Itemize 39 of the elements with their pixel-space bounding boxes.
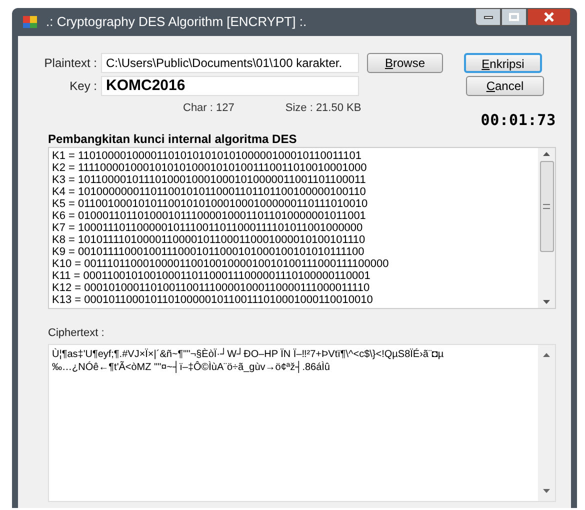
scroll-down-icon[interactable] [543,489,550,493]
file-size: Size : 21.50 KB [285,101,362,116]
plaintext-field[interactable]: C:\Users\Public\Documents\01\100 karakter. [101,53,359,73]
app-icon [22,14,38,30]
action-button[interactable]: Enkripsi [464,53,542,73]
key-line: K2 = 111100001000101010100010101001110011010010001000 [52,162,368,174]
plaintext-label: Plaintext : [43,55,98,72]
keys-heading: Pembangkitan kunci internal algoritma DES [48,132,298,146]
key-line: K8 = 101011110100001100001011000110001000010100101110 [52,234,366,246]
scroll-up-icon[interactable] [543,353,550,357]
key-field[interactable]: KOMC2016 [101,76,359,96]
action-button[interactable]: Cancel [466,76,544,96]
maximize-button[interactable] [501,8,527,26]
key-line: K4 = 101000000011011001010110001101101100100000100110 [52,186,367,198]
close-icon [544,12,554,22]
key-label: Key : [68,78,98,95]
key-line: K10 = 001110110001000011001001000010010100111000111100000 [52,258,390,270]
minimize-button[interactable] [475,8,501,26]
key-line: K3 = 101100001011101000100010001010000011001101100011 [52,174,367,186]
key-line: K1 = 11010000100001101010101010100000100010110011101 [52,150,362,162]
close-button[interactable] [527,8,571,26]
key-line: K7 = 100011101100000101110011011000111101011001000000 [52,222,364,234]
scroll-up-icon[interactable] [543,152,550,156]
scroll-down-icon[interactable] [543,300,550,304]
elapsed-timer: 00:01:73 [480,110,556,131]
browse-button[interactable]: Browse [367,53,443,73]
scrollbar[interactable] [538,148,555,308]
key-line: K11 = 000110010100100011011000111000001110100000110001 [52,270,372,282]
key-line: K6 = 010001101101000101110000100011011010000001011001 [52,210,367,222]
key-line: K13 = 000101100010110100000101100111010001000110010010 [52,294,374,306]
ciphertext-field[interactable]: Ù¦¶as‡'U¶eyf;¶.#VJ×Ï×|´&ñ~¶""¬§ÈòÏ·┘W┘ÐO–HP ÏN Ï–‼²7+ÞVtï¶\^<c$\}<!QµS8ÏÉ›ã¨◘µ ‰…¿NÓê←¶t'Ã<òMZ ""¤~┤ï–‡Ô©ÌùA¨ö÷ã_gùv→ö¢ªž┤.86áÌû [48,344,556,502]
char-count: Char : 127 [183,101,234,116]
window-title: .: Cryptography DES Algorithm [ENCRYPT] :. [46,13,307,32]
key-line: K9 = 001011110001001110001011000101000100101010111100 [52,246,366,258]
ciphertext-label: Ciphertext : [48,326,106,340]
key-line: K5 = 011001000101011001010100010001000000110111010010 [52,198,369,210]
scroll-thumb[interactable] [540,160,554,252]
key-line: K12 = 000101000110100110011100001000110000111000011110 [52,282,371,294]
scrollbar[interactable] [538,345,555,501]
